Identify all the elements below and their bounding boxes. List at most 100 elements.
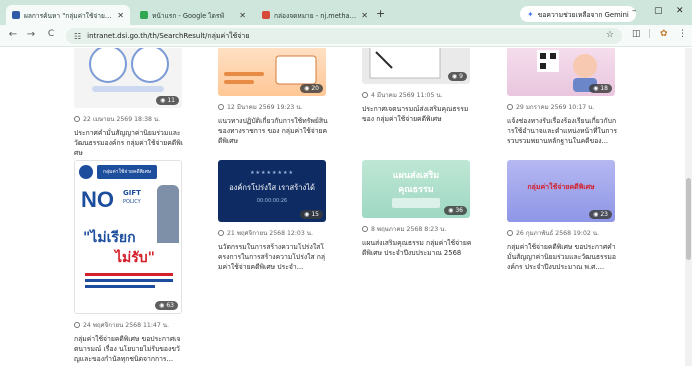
video-timecode: 00:00:00:26 [256,198,288,204]
poster-no-text: NO [81,187,114,212]
result-card[interactable]: ◉ 9 4 มีนาคม 2569 11:05 น. ประกาศเจตนารมณ… [362,48,472,124]
card-title[interactable]: แนวทางปฏิบัติเกี่ยวกับการใช้ทรัพย์สินของ… [218,116,328,146]
gemini-spark-icon: ✦ [527,9,534,19]
poster-rule [85,285,155,288]
card-date: 24 พฤศจิกายน 2568 11:47 น. [74,320,184,330]
tab-label: ผลการค้นหา "กลุ่มค่าใช้จ่าย" คอ 1 [24,11,112,20]
poster-rule [85,279,173,282]
forward-button[interactable]: → [24,29,38,40]
browser-toolbar: ← → C ☷ intranet.dsi.go.th/th/SearchResu… [0,25,692,47]
page-scrollbar-thumb[interactable] [686,178,691,260]
clock-icon [218,104,224,110]
intranet-favicon-icon [12,11,20,19]
address-bar[interactable]: ☷ intranet.dsi.go.th/th/SearchResult/กลุ… [66,28,622,44]
side-panel-icon[interactable]: ◫ [632,29,641,39]
card-date: 26 กุมภาพันธ์ 2568 19:02 น. [507,228,617,238]
poster-gift-text: GIFT [123,189,141,197]
card-title[interactable]: กลุ่มค่าใช้จ่ายคดีพิเศษ ขอประกาศเจตนารมณ… [74,334,184,364]
eye-icon: ◉ [160,97,166,104]
reload-button[interactable]: C [44,29,58,39]
result-card[interactable]: แผนส่งเสริม คุณธรรม ◉ 36 8 พฤษภาคม 2568 8… [362,160,472,258]
toolbar-divider: | [648,29,652,39]
new-tab-button[interactable]: + [376,7,385,20]
card-title[interactable]: นวัตกรรมในการสร้างความโปร่งใสโครงการในกา… [218,242,328,272]
search-results-grid: ◉ 11 22 เมษายน 2569 18:38 น. ประกาศคำมั่น… [0,48,692,366]
menu-icon[interactable]: ⋮ [678,29,687,39]
gemini-label: ขอความช่วยเหลือจาก Gemini [537,10,629,19]
card-thumbnail[interactable]: กลุ่มค่าใช้จ่ายคดีพิเศษ ◉ 23 [507,160,615,222]
card-date: 29 มกราคม 2569 10:17 น. [507,102,617,112]
view-count-badge: ◉ 11 [156,96,179,105]
page-scrollbar-track[interactable] [685,48,692,366]
card-thumbnail[interactable]: ◉ 20 [218,48,326,96]
close-window-button[interactable]: ✕ [676,6,684,16]
card-thumbnail[interactable]: ◉ 9 [362,48,470,84]
clock-icon [507,230,513,236]
poster-slogan-1: "ไม่เรียก [83,230,136,246]
card-title[interactable]: แผนส่งเสริมคุณธรรม กลุ่มค่าใช้จ่ายคดีพิเ… [362,238,472,258]
view-count-badge: ◉ 63 [155,301,178,310]
result-card[interactable]: ◉ 20 12 มีนาคม 2569 19:23 น. แนวทางปฏิบัต… [218,48,328,146]
clock-icon [362,226,368,232]
gemini-button[interactable]: ✦ ขอความช่วยเหลือจาก Gemini [520,6,636,22]
card-thumbnail[interactable]: ◉ 11 [74,48,182,108]
eye-icon: ◉ [304,85,310,92]
bookmark-star-icon[interactable]: ☆ [606,30,614,40]
card-thumbnail[interactable]: แผนส่งเสริม คุณธรรม ◉ 36 [362,160,470,218]
view-count-badge: ◉ 23 [589,210,612,219]
result-card[interactable]: ★★★★★★★★ องค์กรโปร่งใส เราสร้างได้ 00:00… [218,160,328,272]
view-count-badge: ◉ 36 [444,206,467,215]
maximize-button[interactable]: ▢ [654,6,663,16]
clock-icon [362,92,368,98]
tab-label: หน้าแรก - Google ไดรฟ์ [152,11,225,20]
card-title[interactable]: ประกาศเจตนารมณ์ส่งเสริมคุณธรรม ของ กลุ่ม… [362,104,472,124]
result-card[interactable]: กลุ่มค่าใช้จ่ายคดีพิเศษ NO GIFT POLICY "… [74,160,184,364]
tab-gmail[interactable]: กล่องจดหมาย - nj.methanol@gm ✕ [256,5,374,25]
close-icon[interactable]: ✕ [361,11,368,20]
card-title[interactable]: ประกาศคำมั่นสัญญาค่านิยมร่วมและวัฒนธรรมอ… [74,128,184,158]
dsi-logo-icon [79,165,93,179]
card-thumbnail[interactable]: ◉ 18 [507,48,615,96]
result-card[interactable]: ◉ 11 22 เมษายน 2569 18:38 น. ประกาศคำมั่น… [74,48,184,158]
profile-avatar-icon[interactable]: ✿ [660,29,668,39]
banner-line-2: คุณธรรม [398,185,434,195]
tab-google-drive[interactable]: หน้าแรก - Google ไดรฟ์ ✕ [134,5,252,25]
gmail-icon [262,11,270,19]
banner-line-1: แผนส่งเสริม [392,171,440,181]
eye-icon: ◉ [451,73,458,80]
card-date: 8 พฤษภาคม 2568 8:23 น. [362,224,472,234]
poster-policy-text: POLICY [123,199,141,205]
tab-search-result[interactable]: ผลการค้นหา "กลุ่มค่าใช้จ่าย" คอ 1 ✕ [6,5,130,25]
browser-tab-strip: ผลการค้นหา "กลุ่มค่าใช้จ่าย" คอ 1 ✕ หน้า… [0,0,692,25]
poster-header: กลุ่มค่าใช้จ่ายคดีพิเศษ [97,165,157,179]
view-count-badge: ◉ 18 [589,84,612,93]
card-date: 12 มีนาคม 2569 19:23 น. [218,102,328,112]
view-count-badge: ◉ 9 [447,72,467,81]
minimize-button[interactable]: – [632,6,637,16]
officer-figure [157,185,179,243]
card-thumbnail[interactable]: กลุ่มค่าใช้จ่ายคดีพิเศษ NO GIFT POLICY "… [74,160,182,314]
view-count-badge: ◉ 15 [300,210,323,219]
card-date: 4 มีนาคม 2569 11:05 น. [362,90,472,100]
result-card[interactable]: ◉ 18 29 มกราคม 2569 10:17 น. แจ้งช่องทางร… [507,48,617,146]
eye-icon: ◉ [159,302,165,309]
card-title[interactable]: กลุ่มค่าใช้จ่ายคดีพิเศษ ขอประกาศคำมั่นสั… [507,242,617,272]
eye-icon: ◉ [448,207,454,214]
eye-icon: ◉ [304,211,310,218]
clock-icon [507,104,513,110]
banner-headline: องค์กรโปร่งใส เราสร้างได้ [229,183,315,192]
close-icon[interactable]: ✕ [117,11,124,20]
poster-rule [85,273,173,276]
back-button[interactable]: ← [6,29,20,40]
eye-icon: ◉ [593,211,599,218]
eye-icon: ◉ [593,85,599,92]
card-date: 22 เมษายน 2569 18:38 น. [74,114,184,124]
banner-stars: ★★★★★★★★ [250,170,294,176]
site-info-icon[interactable]: ☷ [74,32,81,41]
banner-headline: กลุ่มค่าใช้จ่ายคดีพิเศษ [527,183,595,191]
card-thumbnail[interactable]: ★★★★★★★★ องค์กรโปร่งใส เราสร้างได้ 00:00… [218,160,326,222]
close-icon[interactable]: ✕ [239,11,246,20]
google-drive-icon [140,11,148,19]
result-card[interactable]: กลุ่มค่าใช้จ่ายคดีพิเศษ ◉ 23 26 กุมภาพันธ… [507,160,617,272]
card-title[interactable]: แจ้งช่องทางรับเรื่องร้องเรียนเกี่ยวกับกา… [507,116,617,146]
